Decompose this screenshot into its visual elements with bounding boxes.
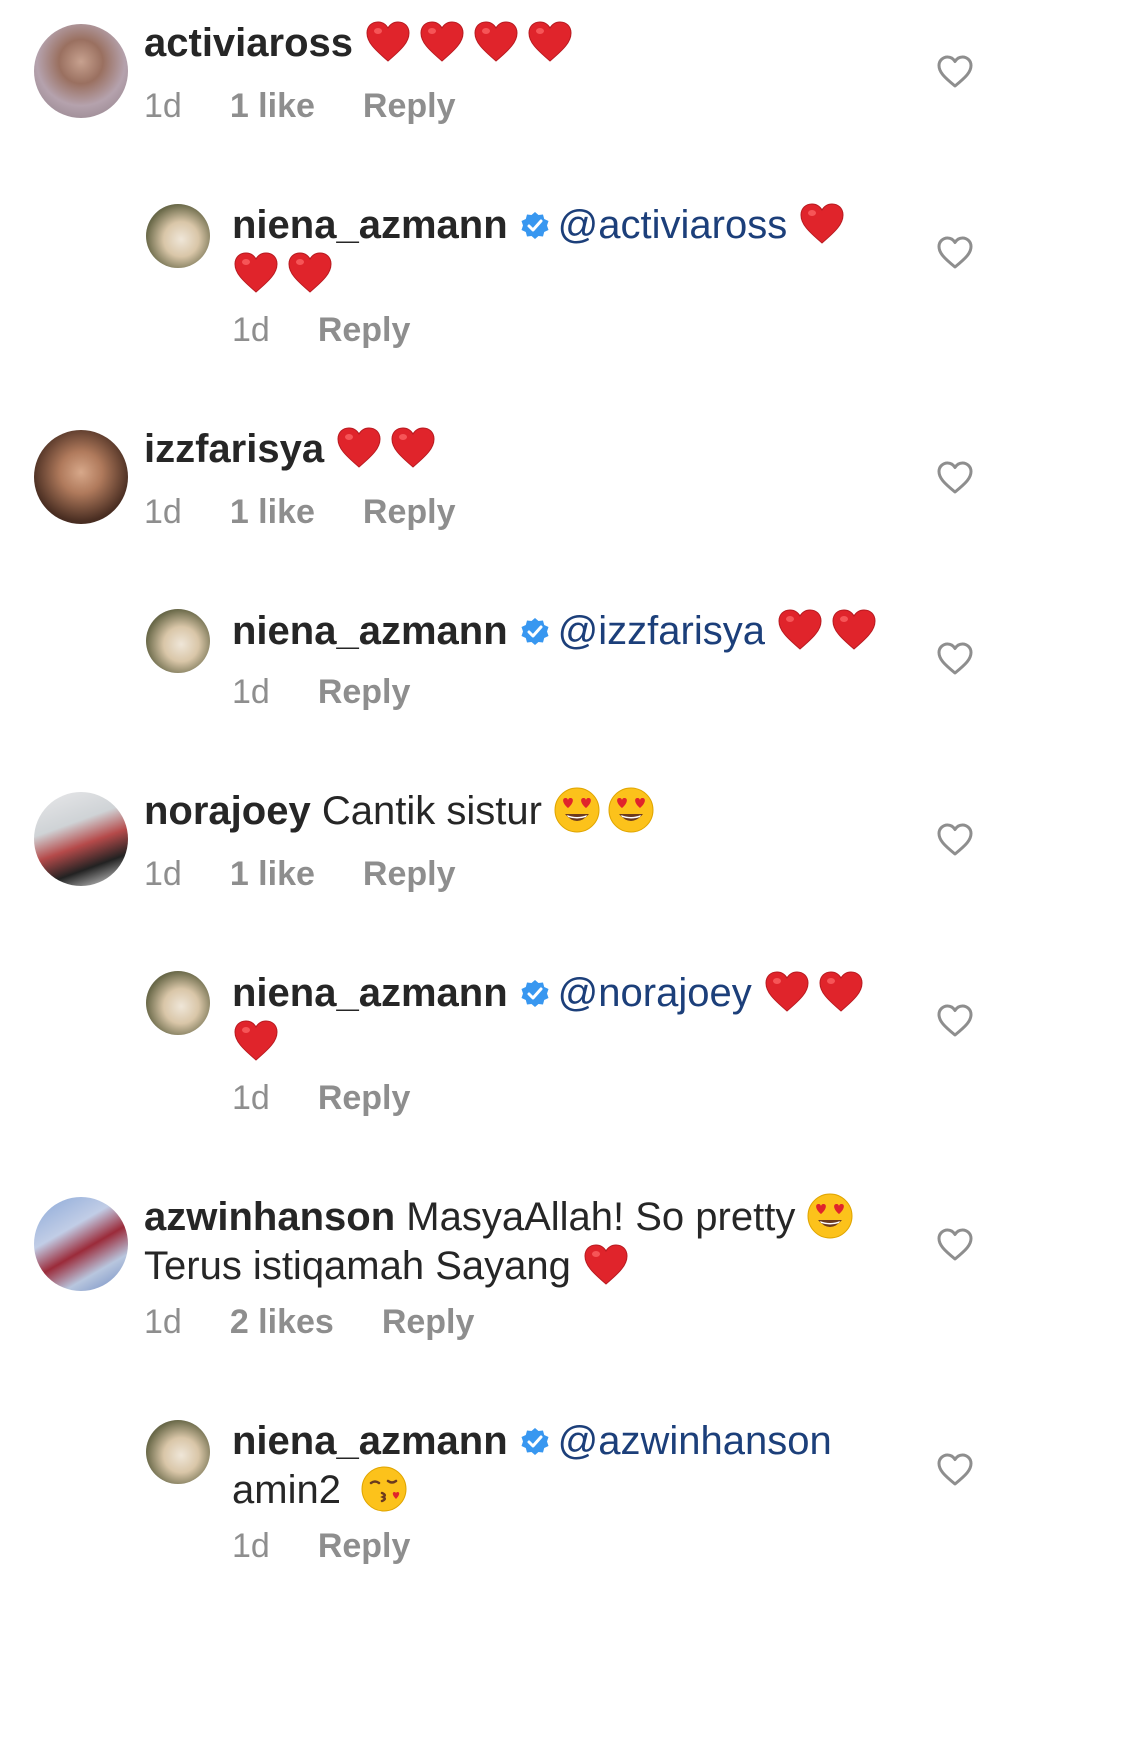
comment-meta: 1d Reply bbox=[232, 1526, 458, 1566]
timestamp: 1d bbox=[232, 311, 270, 349]
red-heart-emoji bbox=[472, 18, 520, 66]
heart-outline-icon[interactable] bbox=[935, 1225, 975, 1265]
comment-meta: 1d Reply bbox=[232, 672, 458, 712]
verified-badge-icon bbox=[520, 979, 550, 1009]
like-count[interactable]: 1 like bbox=[230, 492, 315, 532]
red-heart-emoji bbox=[776, 606, 824, 654]
comment-body: amin2 bbox=[232, 1468, 341, 1512]
heart-outline-icon[interactable] bbox=[935, 458, 975, 498]
heart-eyes-emoji bbox=[607, 786, 655, 834]
avatar[interactable] bbox=[34, 430, 128, 524]
avatar[interactable] bbox=[34, 792, 128, 886]
comment-text: niena_azmann @activiaross bbox=[232, 200, 872, 298]
mention-link[interactable]: @izzfarisya bbox=[558, 609, 765, 653]
username[interactable]: niena_azmann bbox=[232, 971, 508, 1015]
reply-button[interactable]: Reply bbox=[363, 492, 456, 532]
reply-button[interactable]: Reply bbox=[318, 1526, 411, 1566]
kiss-emoji bbox=[360, 1465, 408, 1513]
mention-link[interactable]: @norajoey bbox=[558, 971, 752, 1015]
timestamp: 1d bbox=[144, 87, 182, 125]
like-count[interactable]: 2 likes bbox=[230, 1302, 334, 1342]
comment-meta: 1d 2 likes Reply bbox=[144, 1302, 522, 1342]
heart-outline-icon[interactable] bbox=[935, 1450, 975, 1490]
timestamp: 1d bbox=[144, 493, 182, 531]
red-heart-emoji bbox=[232, 249, 280, 297]
reply-button[interactable]: Reply bbox=[382, 1302, 475, 1342]
red-heart-emoji bbox=[582, 1241, 630, 1289]
comment-text: niena_azmann @izzfarisya bbox=[232, 606, 932, 655]
comment-meta: 1d 1 like Reply bbox=[144, 854, 504, 894]
heart-eyes-emoji bbox=[553, 786, 601, 834]
like-count[interactable]: 1 like bbox=[230, 86, 315, 126]
username[interactable]: izzfarisya bbox=[144, 427, 324, 471]
comment-meta: 1d 1 like Reply bbox=[144, 492, 504, 532]
avatar[interactable] bbox=[146, 204, 210, 268]
comment-body: MasyaAllah! So pretty bbox=[406, 1195, 796, 1239]
username[interactable]: activiaross bbox=[144, 21, 353, 65]
comment-text: izzfarisya bbox=[144, 424, 443, 473]
mention-link[interactable]: @activiaross bbox=[558, 203, 788, 247]
timestamp: 1d bbox=[232, 673, 270, 711]
comment-text: niena_azmann @azwinhanson amin2 bbox=[232, 1417, 872, 1514]
red-heart-emoji bbox=[418, 18, 466, 66]
comment-body-line2: Terus istiqamah Sayang bbox=[144, 1244, 571, 1288]
comment-body: Cantik sistur bbox=[321, 789, 542, 833]
username[interactable]: niena_azmann bbox=[232, 609, 508, 653]
red-heart-emoji bbox=[232, 1017, 280, 1065]
verified-badge-icon bbox=[520, 617, 550, 647]
avatar[interactable] bbox=[146, 609, 210, 673]
reply-button[interactable]: Reply bbox=[318, 310, 411, 350]
heart-outline-icon[interactable] bbox=[935, 639, 975, 679]
username[interactable]: niena_azmann bbox=[232, 1419, 508, 1463]
avatar[interactable] bbox=[146, 971, 210, 1035]
comment-meta: 1d 1 like Reply bbox=[144, 86, 504, 126]
username[interactable]: niena_azmann bbox=[232, 203, 508, 247]
timestamp: 1d bbox=[232, 1527, 270, 1565]
comment-text: activiaross bbox=[144, 18, 580, 67]
comment-meta: 1d Reply bbox=[232, 1078, 458, 1118]
red-heart-emoji bbox=[526, 18, 574, 66]
heart-outline-icon[interactable] bbox=[935, 233, 975, 273]
comment-text: norajoey Cantik sistur bbox=[144, 786, 661, 835]
red-heart-emoji bbox=[389, 424, 437, 472]
reply-button[interactable]: Reply bbox=[363, 854, 456, 894]
red-heart-emoji bbox=[364, 18, 412, 66]
mention-link[interactable]: @azwinhanson bbox=[558, 1419, 832, 1463]
verified-badge-icon bbox=[520, 211, 550, 241]
like-count[interactable]: 1 like bbox=[230, 854, 315, 894]
reply-button[interactable]: Reply bbox=[318, 1078, 411, 1118]
comment-text: niena_azmann @norajoey bbox=[232, 968, 872, 1066]
timestamp: 1d bbox=[232, 1079, 270, 1117]
timestamp: 1d bbox=[144, 855, 182, 893]
red-heart-emoji bbox=[830, 606, 878, 654]
reply-button[interactable]: Reply bbox=[363, 86, 456, 126]
red-heart-emoji bbox=[286, 249, 334, 297]
avatar[interactable] bbox=[34, 1197, 128, 1291]
reply-button[interactable]: Reply bbox=[318, 672, 411, 712]
avatar[interactable] bbox=[146, 1420, 210, 1484]
username[interactable]: norajoey bbox=[144, 789, 311, 833]
username[interactable]: azwinhanson bbox=[144, 1195, 395, 1239]
avatar[interactable] bbox=[34, 24, 128, 118]
verified-badge-icon bbox=[520, 1427, 550, 1457]
heart-outline-icon[interactable] bbox=[935, 1001, 975, 1041]
heart-outline-icon[interactable] bbox=[935, 820, 975, 860]
heart-outline-icon[interactable] bbox=[935, 52, 975, 92]
comment-text: azwinhanson MasyaAllah! So pretty Terus … bbox=[144, 1192, 904, 1290]
red-heart-emoji bbox=[817, 968, 865, 1016]
heart-eyes-emoji bbox=[806, 1192, 854, 1240]
red-heart-emoji bbox=[798, 200, 846, 248]
red-heart-emoji bbox=[335, 424, 383, 472]
timestamp: 1d bbox=[144, 1303, 182, 1341]
red-heart-emoji bbox=[763, 968, 811, 1016]
comment-meta: 1d Reply bbox=[232, 310, 458, 350]
